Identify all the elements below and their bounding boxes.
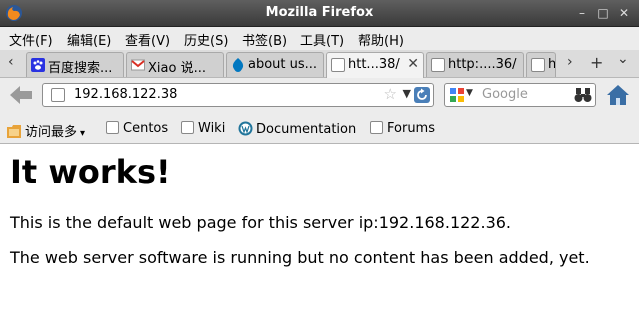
tab-partial[interactable]: h	[526, 52, 556, 77]
tab-ip-36[interactable]: http:....36/	[426, 52, 524, 77]
gmail-icon	[131, 59, 145, 71]
tab-baidu[interactable]: 百度搜索...	[26, 52, 124, 77]
menu-help[interactable]: 帮助(H)	[358, 30, 404, 49]
url-bar[interactable]: 192.168.122.38 ☆ ▼	[42, 83, 434, 107]
maximize-button[interactable]: □	[595, 5, 611, 21]
menu-bar: 文件(F) 编辑(E) 查看(V) 历史(S) 书签(B) 工具(T) 帮助(H…	[0, 27, 639, 50]
navigation-bar: 192.168.122.38 ☆ ▼ ▼ Google	[0, 78, 639, 114]
bookmark-label: Documentation	[256, 122, 357, 137]
tab-gmail[interactable]: Xiao 说...	[126, 52, 224, 77]
tab-label: http:....36/	[448, 57, 517, 72]
search-box[interactable]: ▼ Google	[444, 83, 596, 107]
site-identity-icon[interactable]	[51, 88, 65, 102]
bookmark-centos[interactable]: Centos	[106, 121, 168, 136]
menu-edit[interactable]: 编辑(E)	[67, 30, 111, 49]
window-title: Mozilla Firefox	[265, 5, 374, 20]
binoculars-search-icon[interactable]	[574, 87, 592, 103]
tab-label: Xiao 说...	[148, 61, 206, 76]
tab-scroll-right-button[interactable]: ›	[567, 54, 573, 70]
bookmark-label: Forums	[387, 121, 435, 136]
bookmark-label: Wiki	[198, 121, 226, 136]
tab-scroll-left-button[interactable]: ‹	[8, 54, 14, 70]
tab-label: h	[548, 57, 556, 72]
chevron-down-icon: ▾	[80, 128, 86, 139]
back-arrow-icon[interactable]	[8, 84, 34, 106]
tab-active[interactable]: htt...38/ ✕	[326, 52, 424, 78]
page-heading: It works!	[10, 153, 171, 191]
url-history-dropdown-icon[interactable]: ▼	[403, 87, 411, 100]
bookmark-forums[interactable]: Forums	[370, 121, 435, 136]
page-icon	[431, 58, 445, 72]
url-input[interactable]: 192.168.122.38	[74, 87, 177, 102]
baidu-paw-icon	[31, 58, 45, 72]
page-icon	[106, 121, 119, 134]
bookmark-star-icon[interactable]: ☆	[384, 85, 397, 103]
close-window-button[interactable]: ✕	[616, 5, 632, 21]
bookmark-most-visited[interactable]: 访问最多 ▾	[7, 121, 85, 140]
bookmark-label: Centos	[123, 121, 169, 136]
folder-icon	[7, 125, 21, 138]
page-icon	[531, 58, 545, 72]
bookmark-label: 访问最多	[25, 125, 78, 140]
bookmark-wiki[interactable]: Wiki	[181, 121, 225, 136]
paragraph-no-content: The web server software is running but n…	[10, 248, 590, 267]
reload-icon[interactable]	[414, 87, 430, 103]
bookmarks-toolbar: 访问最多 ▾ Centos Wiki Documentation Forums	[0, 114, 639, 144]
menu-view[interactable]: 查看(V)	[125, 30, 170, 49]
bookmark-documentation[interactable]: Documentation	[238, 121, 356, 137]
page-icon	[370, 121, 383, 134]
page-content: It works! This is the default web page f…	[0, 145, 639, 331]
menu-history[interactable]: 历史(S)	[184, 30, 228, 49]
tab-label: htt...38/	[348, 57, 400, 72]
menu-file[interactable]: 文件(F)	[9, 30, 53, 49]
page-icon	[331, 58, 345, 72]
page-icon	[181, 121, 194, 134]
new-tab-button[interactable]: +	[590, 53, 603, 72]
tab-list-button[interactable]: ⌄	[617, 51, 629, 67]
menu-bookmarks[interactable]: 书签(B)	[242, 30, 287, 49]
paragraph-default-page: This is the default web page for this se…	[10, 213, 512, 232]
minimize-button[interactable]: –	[574, 5, 590, 21]
title-bar: Mozilla Firefox – □ ✕	[0, 0, 639, 27]
wordpress-icon	[238, 121, 253, 136]
google-engine-icon[interactable]	[449, 87, 465, 103]
tab-label: about us...	[248, 57, 318, 72]
search-input[interactable]: Google	[482, 87, 528, 102]
tab-about-us[interactable]: about us...	[226, 52, 324, 77]
tab-label: 百度搜索...	[48, 61, 113, 76]
search-engine-dropdown-icon[interactable]: ▼	[466, 88, 473, 98]
tab-bar: ‹ 百度搜索... Xiao 说... about us... htt...38…	[0, 50, 639, 78]
home-icon[interactable]	[606, 83, 630, 107]
drupal-icon	[232, 58, 244, 72]
close-tab-icon[interactable]: ✕	[407, 56, 419, 72]
menu-tools[interactable]: 工具(T)	[300, 30, 344, 49]
